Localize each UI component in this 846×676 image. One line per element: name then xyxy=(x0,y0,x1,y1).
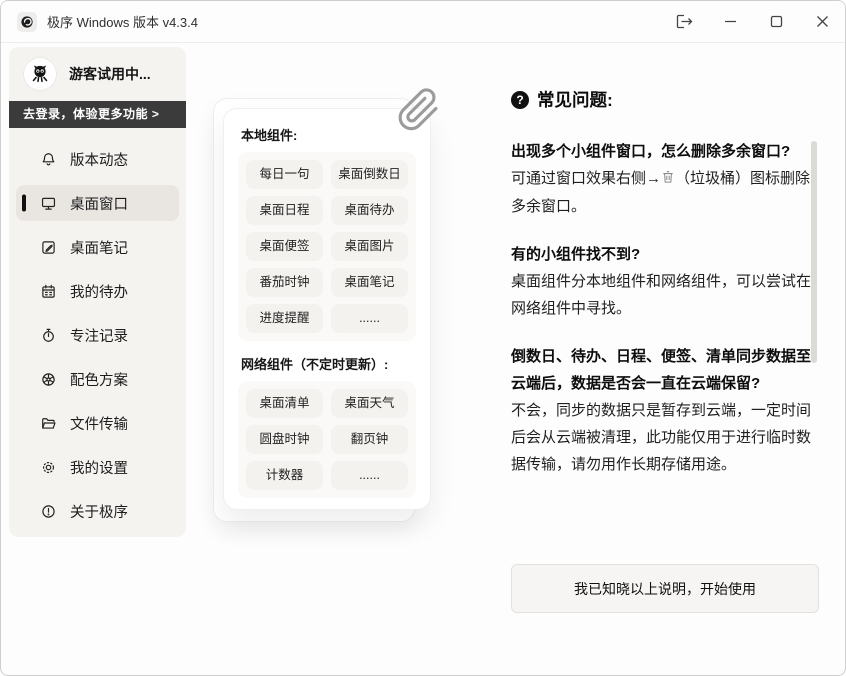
faq-heading-text: 常见问题: xyxy=(537,87,613,112)
sidebar-item-edit[interactable]: 桌面笔记 xyxy=(16,229,179,265)
widget-chip[interactable]: 计数器 xyxy=(246,461,323,490)
widget-chip[interactable]: 每日一句 xyxy=(246,160,323,189)
close-button[interactable] xyxy=(811,11,833,33)
sidebar-item-label: 配色方案 xyxy=(70,369,128,390)
minimize-button[interactable] xyxy=(719,11,741,33)
monitor-icon xyxy=(39,194,57,212)
sidebar-item-folder[interactable]: 文件传输 xyxy=(16,405,179,441)
paperclip-icon xyxy=(393,85,443,135)
widget-chip[interactable]: 桌面待办 xyxy=(331,196,408,225)
palette-icon xyxy=(39,370,57,388)
sidebar-item-label: 我的待办 xyxy=(70,281,128,302)
sidebar-item-label: 文件传输 xyxy=(70,413,128,434)
timer-icon xyxy=(39,326,57,344)
faq-list: 出现多个小组件窗口，怎么删除多余窗口?可通过窗口效果右侧→（垃圾桶）图标删除多余… xyxy=(511,138,819,478)
faq-item: 有的小组件找不到?桌面组件分本地组件和网络组件，可以尝试在网络组件中寻找。 xyxy=(511,241,819,322)
local-widgets-group: 每日一句桌面倒数日桌面日程桌面待办桌面便签桌面图片番茄时钟桌面笔记进度提醒...… xyxy=(238,152,416,341)
sidebar-item-label: 我的设置 xyxy=(70,457,128,478)
gear-icon xyxy=(39,458,57,476)
widget-chip[interactable]: ...... xyxy=(331,461,408,490)
widget-card: 本地组件: 每日一句桌面倒数日桌面日程桌面待办桌面便签桌面图片番茄时钟桌面笔记进… xyxy=(223,108,431,510)
widget-chip[interactable]: 桌面日程 xyxy=(246,196,323,225)
sidebar-item-gear[interactable]: 我的设置 xyxy=(16,449,179,485)
sidebar-item-label: 桌面笔记 xyxy=(70,237,128,258)
sidebar-menu: 版本动态桌面窗口桌面笔记我的待办专注记录配色方案文件传输我的设置关于极序 xyxy=(9,128,186,529)
exit-to-tray-button[interactable] xyxy=(673,11,695,33)
sidebar-item-label: 关于极序 xyxy=(70,501,128,522)
network-widgets-label: 网络组件（不定时更新）: xyxy=(241,354,416,373)
sidebar-item-bell[interactable]: 版本动态 xyxy=(16,141,179,177)
trash-icon xyxy=(662,166,674,193)
user-name: 游客试用中... xyxy=(69,64,151,84)
sidebar: 游客试用中... 去登录，体验更多功能 > 版本动态桌面窗口桌面笔记我的待办专注… xyxy=(9,47,186,537)
sidebar-item-monitor[interactable]: 桌面窗口 xyxy=(16,185,179,221)
question-mark-icon: ? xyxy=(511,91,529,109)
sidebar-item-label: 桌面窗口 xyxy=(70,193,128,214)
sidebar-item-label: 版本动态 xyxy=(70,149,128,170)
faq-answer: 可通过窗口效果右侧→（垃圾桶）图标删除多余窗口。 xyxy=(511,165,819,220)
faq-heading: ? 常见问题: xyxy=(511,87,819,112)
faq-item: 倒数日、待办、日程、便签、清单同步数据至云端后，数据是否会一直在云端保留?不会，… xyxy=(511,343,819,478)
edit-icon xyxy=(39,238,57,256)
faq-question: 有的小组件找不到? xyxy=(511,241,819,268)
maximize-button[interactable] xyxy=(765,11,787,33)
widget-chip[interactable]: 桌面清单 xyxy=(246,389,323,418)
app-window: 极序 Windows 版本 v4.3.4 xyxy=(0,0,846,676)
widget-chip[interactable]: 桌面天气 xyxy=(331,389,408,418)
user-row: 游客试用中... xyxy=(9,47,186,101)
widget-chip[interactable]: 桌面图片 xyxy=(331,232,408,261)
folder-icon xyxy=(39,414,57,432)
info-icon xyxy=(39,502,57,520)
confirm-start-button[interactable]: 我已知晓以上说明，开始使用 xyxy=(511,564,819,613)
widget-chip[interactable]: 翻页钟 xyxy=(331,425,408,454)
widget-chip[interactable]: 圆盘时钟 xyxy=(246,425,323,454)
faq-answer: 不会，同步的数据只是暂存到云端，一定时间后会从云端被清理，此功能仅用于进行临时数… xyxy=(511,397,819,478)
widget-chip[interactable]: 桌面倒数日 xyxy=(331,160,408,189)
widget-chip[interactable]: 桌面便签 xyxy=(246,232,323,261)
faq-question: 倒数日、待办、日程、便签、清单同步数据至云端后，数据是否会一直在云端保留? xyxy=(511,343,819,397)
title-bar: 极序 Windows 版本 v4.3.4 xyxy=(1,1,845,43)
widget-chip[interactable]: ...... xyxy=(331,304,408,333)
widget-chip[interactable]: 进度提醒 xyxy=(246,304,323,333)
sidebar-item-info[interactable]: 关于极序 xyxy=(16,493,179,529)
sidebar-item-label: 专注记录 xyxy=(70,325,128,346)
widget-chip[interactable]: 番茄时钟 xyxy=(246,268,323,297)
active-indicator xyxy=(22,195,26,212)
login-banner[interactable]: 去登录，体验更多功能 > xyxy=(9,101,186,128)
bell-icon xyxy=(39,150,57,168)
faq-question: 出现多个小组件窗口，怎么删除多余窗口? xyxy=(511,138,819,165)
sidebar-item-timer[interactable]: 专注记录 xyxy=(16,317,179,353)
widget-chip[interactable]: 桌面笔记 xyxy=(331,268,408,297)
local-widgets-label: 本地组件: xyxy=(241,125,416,144)
window-title: 极序 Windows 版本 v4.3.4 xyxy=(47,12,198,31)
faq-answer: 桌面组件分本地组件和网络组件，可以尝试在网络组件中寻找。 xyxy=(511,268,819,322)
sidebar-item-calendar[interactable]: 我的待办 xyxy=(16,273,179,309)
network-widgets-group: 桌面清单桌面天气圆盘时钟翻页钟计数器...... xyxy=(238,381,416,498)
sidebar-item-palette[interactable]: 配色方案 xyxy=(16,361,179,397)
calendar-icon xyxy=(39,282,57,300)
faq-section: ? 常见问题: 出现多个小组件窗口，怎么删除多余窗口?可通过窗口效果右侧→（垃圾… xyxy=(511,87,819,499)
avatar xyxy=(23,57,57,91)
app-logo-icon xyxy=(17,12,37,32)
scrollbar-thumb[interactable] xyxy=(811,141,817,363)
faq-item: 出现多个小组件窗口，怎么删除多余窗口?可通过窗口效果右侧→（垃圾桶）图标删除多余… xyxy=(511,138,819,220)
